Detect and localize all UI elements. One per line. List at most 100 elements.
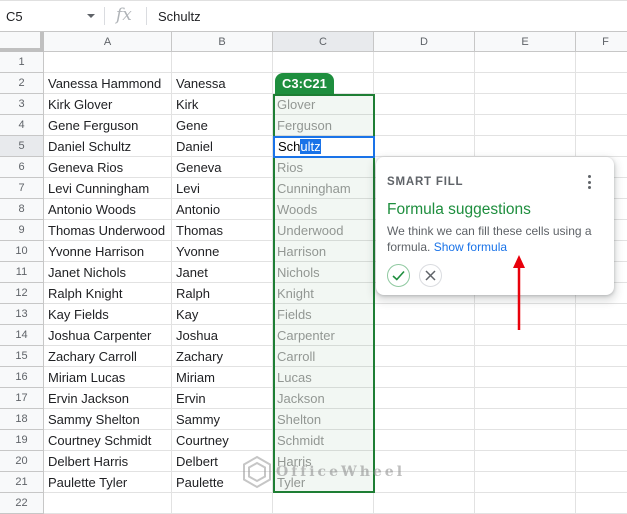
cell-a14[interactable]: Joshua Carpenter [44, 325, 172, 346]
cell-b15[interactable]: Zachary [172, 346, 273, 367]
row-header[interactable]: 1 [0, 52, 44, 73]
cell-a7[interactable]: Levi Cunningham [44, 178, 172, 199]
cell-a1[interactable] [44, 52, 172, 73]
cell-b6[interactable]: Geneva [172, 157, 273, 178]
cell-f5[interactable] [576, 136, 627, 157]
cell-a15[interactable]: Zachary Carroll [44, 346, 172, 367]
cell-a10[interactable]: Yvonne Harrison [44, 241, 172, 262]
row-header[interactable]: 5 [0, 136, 44, 157]
cell-b12[interactable]: Ralph [172, 283, 273, 304]
cell-f20[interactable] [576, 451, 627, 472]
cell-f15[interactable] [576, 346, 627, 367]
cell-a18[interactable]: Sammy Shelton [44, 409, 172, 430]
row-header[interactable]: 9 [0, 220, 44, 241]
cell-c19[interactable]: Schmidt [273, 430, 374, 451]
cell-a3[interactable]: Kirk Glover [44, 94, 172, 115]
cell-d17[interactable] [374, 388, 475, 409]
cell-d15[interactable] [374, 346, 475, 367]
name-box[interactable]: C5 [6, 9, 23, 24]
row-header[interactable]: 22 [0, 493, 44, 514]
column-header-a[interactable]: A [44, 32, 172, 52]
cell-c6[interactable]: Rios [273, 157, 374, 178]
cell-e21[interactable] [475, 472, 576, 493]
cell-a16[interactable]: Miriam Lucas [44, 367, 172, 388]
cell-c15[interactable]: Carroll [273, 346, 374, 367]
row-header[interactable]: 12 [0, 283, 44, 304]
cell-a20[interactable]: Delbert Harris [44, 451, 172, 472]
row-header[interactable]: 7 [0, 178, 44, 199]
row-header[interactable]: 14 [0, 325, 44, 346]
cell-b17[interactable]: Ervin [172, 388, 273, 409]
cell-a19[interactable]: Courtney Schmidt [44, 430, 172, 451]
column-header-f[interactable]: F [576, 32, 627, 52]
row-header[interactable]: 20 [0, 451, 44, 472]
row-header[interactable]: 4 [0, 115, 44, 136]
row-header[interactable]: 21 [0, 472, 44, 493]
cell-f16[interactable] [576, 367, 627, 388]
row-header[interactable]: 2 [0, 73, 44, 94]
cell-c10[interactable]: Harrison [273, 241, 374, 262]
cell-b7[interactable]: Levi [172, 178, 273, 199]
row-header[interactable]: 6 [0, 157, 44, 178]
cell-c1[interactable] [273, 52, 374, 73]
row-header[interactable]: 17 [0, 388, 44, 409]
cell-d2[interactable] [374, 73, 475, 94]
cell-a22[interactable] [44, 493, 172, 514]
cell-b19[interactable]: Courtney [172, 430, 273, 451]
cell-e2[interactable] [475, 73, 576, 94]
cell-c9[interactable]: Underwood [273, 220, 374, 241]
cell-b3[interactable]: Kirk [172, 94, 273, 115]
cell-f19[interactable] [576, 430, 627, 451]
cell-d16[interactable] [374, 367, 475, 388]
row-header[interactable]: 16 [0, 367, 44, 388]
formula-input[interactable]: Schultz [158, 9, 201, 24]
cell-f13[interactable] [576, 304, 627, 325]
cell-a8[interactable]: Antonio Woods [44, 199, 172, 220]
column-header-e[interactable]: E [475, 32, 576, 52]
cell-e1[interactable] [475, 52, 576, 73]
row-header[interactable]: 8 [0, 199, 44, 220]
cell-b1[interactable] [172, 52, 273, 73]
column-header-b[interactable]: B [172, 32, 273, 52]
cell-e22[interactable] [475, 493, 576, 514]
name-box-dropdown-icon[interactable] [87, 14, 95, 18]
cell-a2[interactable]: Vanessa Hammond [44, 73, 172, 94]
cell-a13[interactable]: Kay Fields [44, 304, 172, 325]
cell-c11[interactable]: Nichols [273, 262, 374, 283]
cell-b9[interactable]: Thomas [172, 220, 273, 241]
cell-f1[interactable] [576, 52, 627, 73]
cell-f2[interactable] [576, 73, 627, 94]
cell-e19[interactable] [475, 430, 576, 451]
cell-c12[interactable]: Knight [273, 283, 374, 304]
cell-e20[interactable] [475, 451, 576, 472]
cell-c22[interactable] [273, 493, 374, 514]
cell-f21[interactable] [576, 472, 627, 493]
select-all-corner[interactable] [0, 32, 44, 52]
more-vert-icon[interactable] [588, 175, 592, 192]
cell-b5[interactable]: Daniel [172, 136, 273, 157]
cell-c8[interactable]: Woods [273, 199, 374, 220]
cell-c13[interactable]: Fields [273, 304, 374, 325]
cell-b4[interactable]: Gene [172, 115, 273, 136]
cell-c18[interactable]: Shelton [273, 409, 374, 430]
cell-d4[interactable] [374, 115, 475, 136]
cell-a9[interactable]: Thomas Underwood [44, 220, 172, 241]
cell-b13[interactable]: Kay [172, 304, 273, 325]
cell-b22[interactable] [172, 493, 273, 514]
cell-d18[interactable] [374, 409, 475, 430]
cell-e15[interactable] [475, 346, 576, 367]
cell-b2[interactable]: Vanessa [172, 73, 273, 94]
cell-a12[interactable]: Ralph Knight [44, 283, 172, 304]
row-header[interactable]: 18 [0, 409, 44, 430]
cell-b11[interactable]: Janet [172, 262, 273, 283]
cell-a17[interactable]: Ervin Jackson [44, 388, 172, 409]
cell-f14[interactable] [576, 325, 627, 346]
cell-d5[interactable] [374, 136, 475, 157]
cell-d22[interactable] [374, 493, 475, 514]
cell-f3[interactable] [576, 94, 627, 115]
cell-e3[interactable] [475, 94, 576, 115]
accept-button[interactable] [387, 264, 410, 287]
cell-d19[interactable] [374, 430, 475, 451]
cell-c16[interactable]: Lucas [273, 367, 374, 388]
cell-f22[interactable] [576, 493, 627, 514]
